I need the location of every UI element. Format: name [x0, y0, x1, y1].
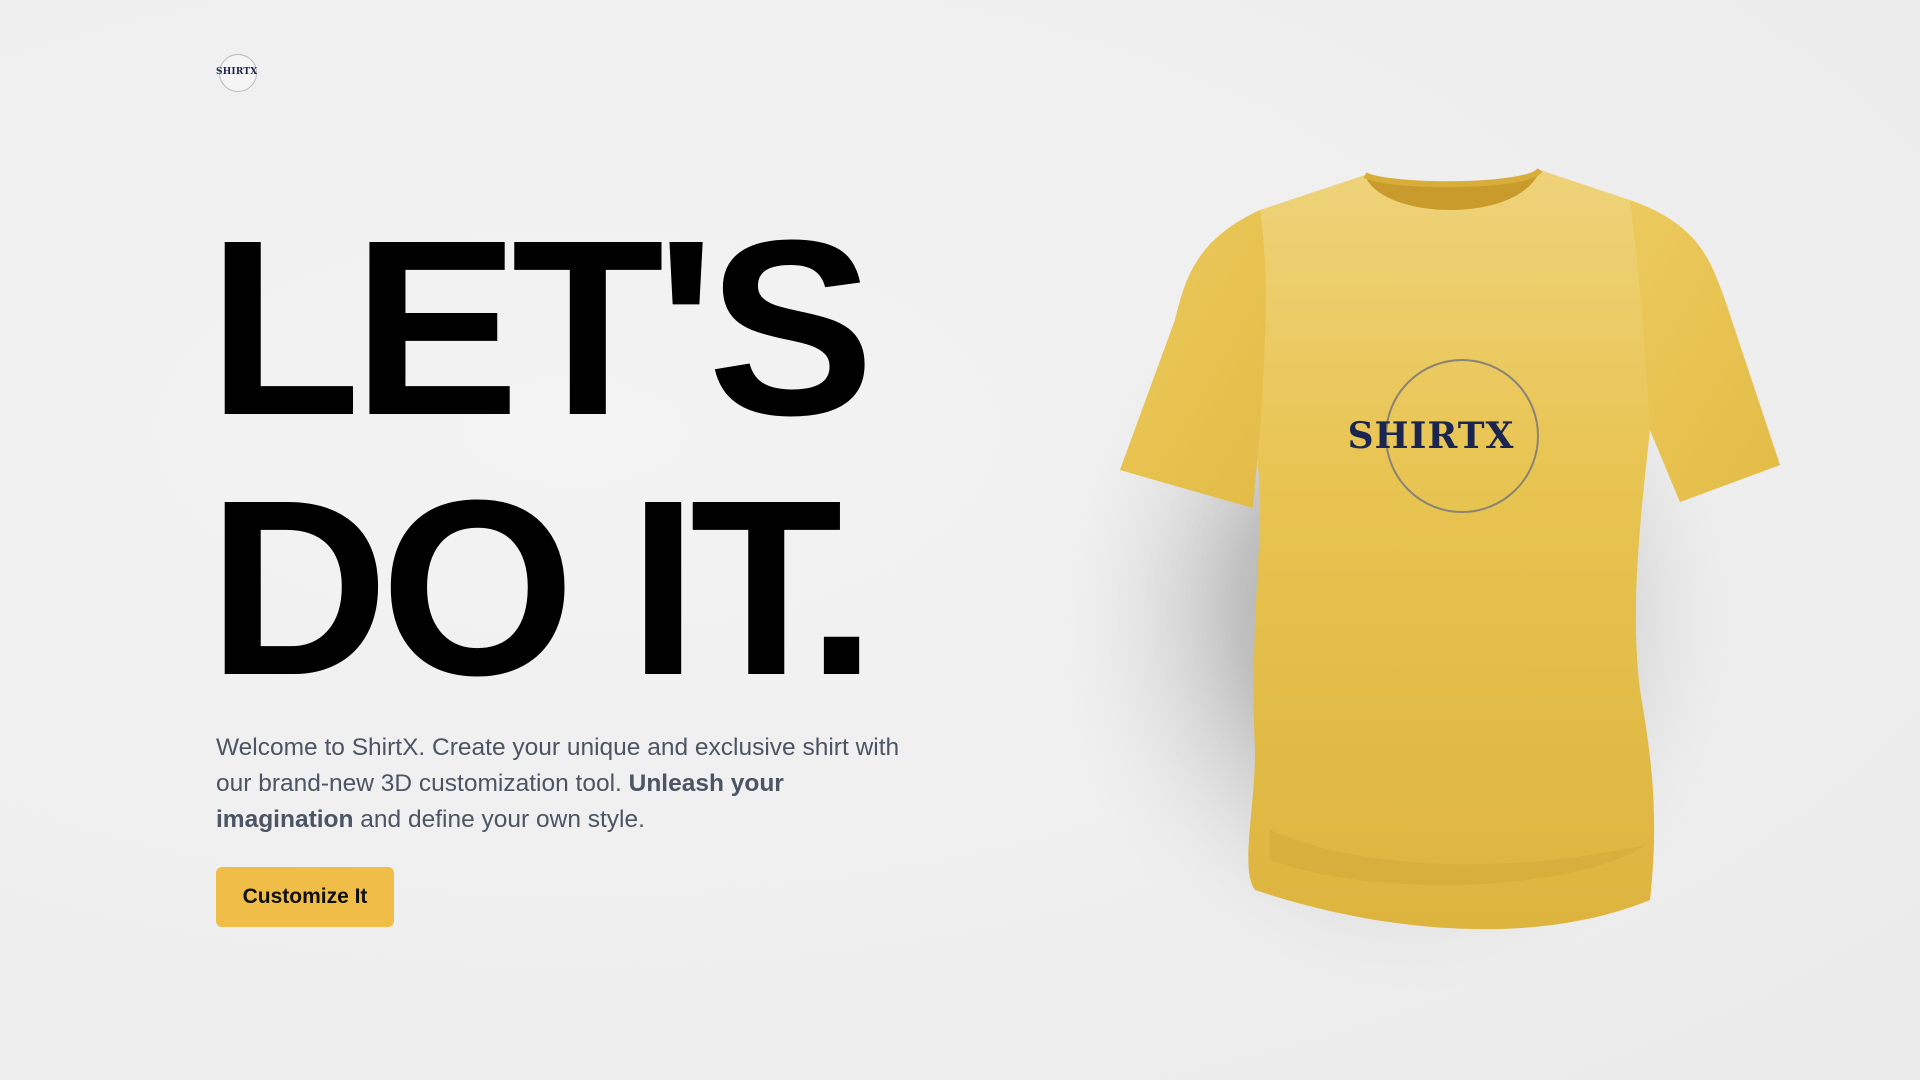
description-part-2: and define your own style.	[353, 806, 645, 833]
logo-text: SHIRTX	[216, 67, 258, 77]
customize-button[interactable]: Customize It	[216, 867, 394, 927]
hero-line-2: DO IT.	[208, 448, 876, 727]
hero-line-1: LET'S	[208, 188, 874, 467]
landing-page: SHIRTX LET'S DO IT. Welcome to ShirtX. C…	[0, 0, 1920, 1080]
hero-description: Welcome to ShirtX. Create your unique an…	[216, 730, 916, 838]
hero-heading: LET'S DO IT.	[208, 188, 876, 727]
shirt-illustration: SHIRTX	[1060, 167, 1780, 990]
description-part-1: Welcome to ShirtX. Create your unique an…	[216, 734, 900, 797]
collar-rim	[1363, 167, 1543, 188]
print-text: SHIRTX	[1348, 415, 1515, 457]
shirt-preview[interactable]: SHIRTX	[1060, 130, 1880, 990]
